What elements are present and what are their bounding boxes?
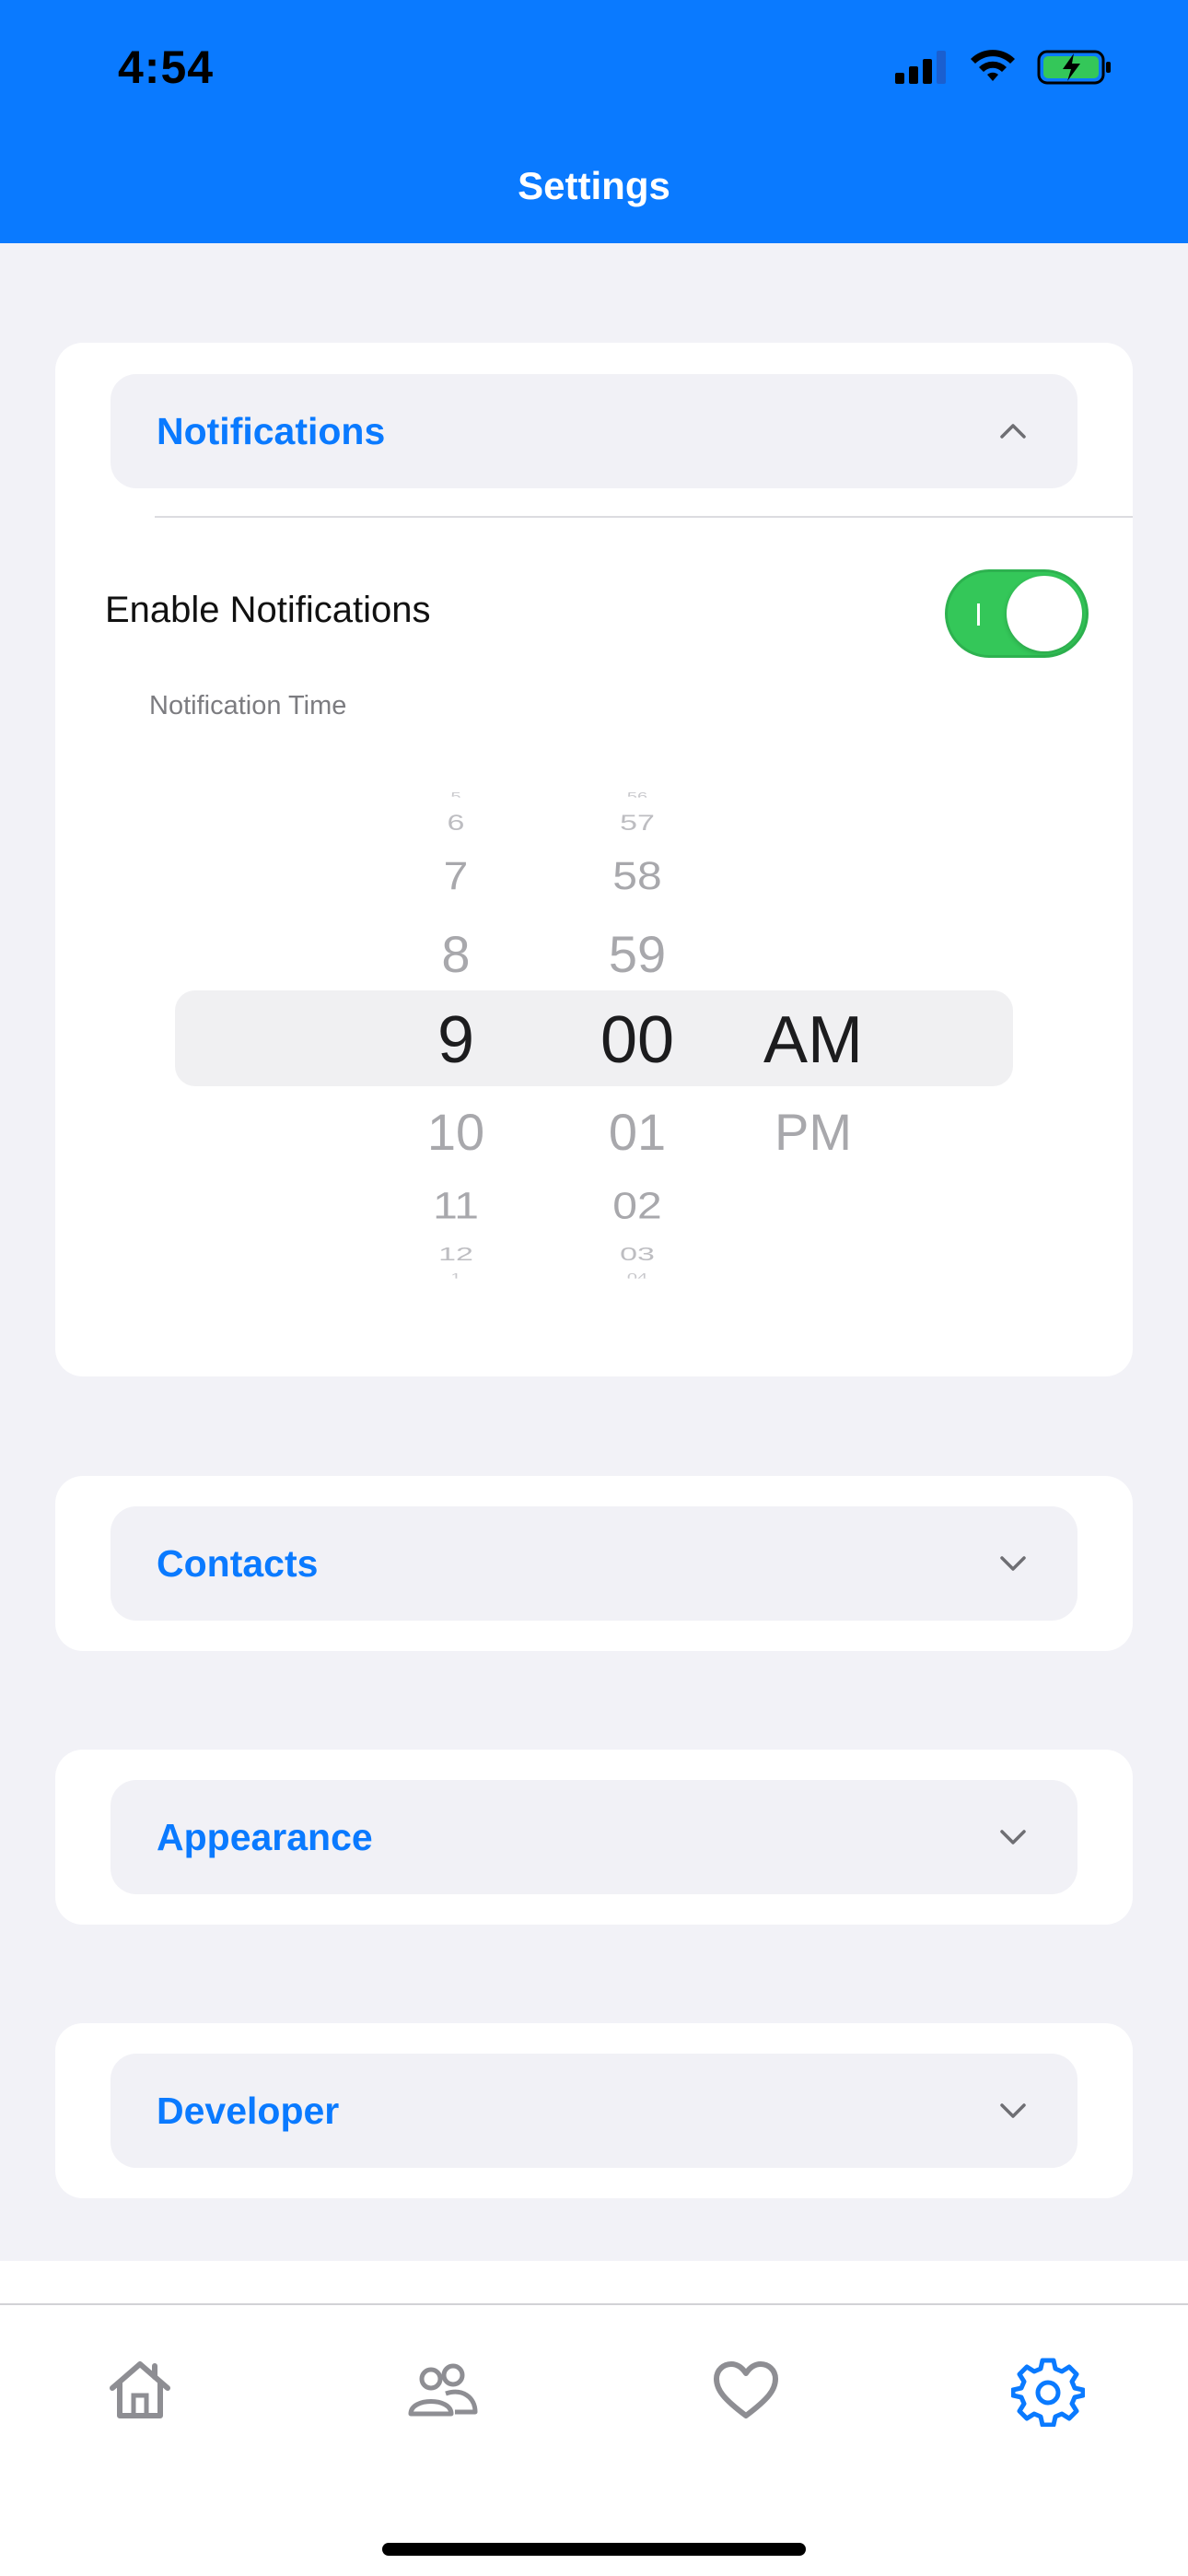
picker-hour-option[interactable]: 8 [401,924,511,984]
people-icon [408,2363,478,2417]
enable-notifications-toggle[interactable] [945,569,1089,658]
contacts-section-header[interactable]: Contacts [111,1506,1077,1621]
heart-icon [714,2361,778,2418]
picker-minute-option[interactable]: 02 [573,1185,702,1228]
tab-settings[interactable] [1010,2353,1086,2428]
chevron-up-icon [1000,424,1026,439]
home-indicator [382,2543,806,2556]
notifications-card: Notifications Enable Notifications Notif… [55,343,1133,1376]
picker-minute-option[interactable]: 01 [573,1102,702,1162]
picker-hour-option[interactable]: 5 [401,790,511,797]
gear-icon [1010,2358,1086,2428]
tab-favorites[interactable] [709,2353,783,2427]
picker-minute-option[interactable]: 59 [573,924,702,984]
tab-bar [0,2303,1188,2576]
picker-hour-option[interactable]: 1 [401,1271,511,1278]
picker-hour-option[interactable]: 7 [401,854,511,898]
picker-hour-selected[interactable]: 9 [401,1002,511,1078]
appearance-section-title: Appearance [157,1816,373,1858]
appearance-section-header[interactable]: Appearance [111,1780,1077,1894]
toggle-on-mark [977,603,980,626]
cellular-signal-icon [895,51,946,84]
picker-period-option[interactable]: PM [740,1102,887,1162]
notification-time-picker[interactable]: 5 6 7 8 9 10 11 12 1 56 57 58 59 00 01 0… [175,790,1013,1288]
battery-charging-icon [1037,50,1111,85]
picker-period-selected[interactable]: AM [740,1002,887,1078]
status-icons [895,46,1112,88]
picker-minute-option[interactable]: 56 [573,790,702,797]
content-bottom-edge [0,2261,1188,2303]
nav-header: 4:54 Settings [0,0,1188,243]
chevron-down-icon [1000,1830,1026,1844]
wifi-icon [971,50,1015,81]
picker-minute-option[interactable]: 58 [573,854,702,898]
picker-minute-option[interactable]: 57 [573,811,702,836]
picker-hour-option[interactable]: 10 [401,1102,511,1162]
contacts-section-title: Contacts [157,1542,319,1585]
developer-section-title: Developer [157,2090,340,2132]
picker-hour-option[interactable]: 6 [401,811,511,836]
status-time: 4:54 [118,41,215,93]
picker-minute-option[interactable]: 04 [573,1271,702,1278]
contacts-card: Contacts [55,1476,1133,1651]
picker-hour-option[interactable]: 12 [401,1244,511,1265]
page-title: Settings [518,164,670,207]
appearance-card: Appearance [55,1750,1133,1925]
toggle-knob [1007,576,1082,651]
enable-notifications-label: Enable Notifications [105,590,431,630]
home-icon [110,2361,170,2418]
chevron-down-icon [1000,1556,1026,1571]
developer-section-header[interactable]: Developer [111,2054,1077,2168]
tab-contacts[interactable] [405,2353,479,2427]
picker-hour-option[interactable]: 11 [401,1185,511,1228]
notifications-section-title: Notifications [157,410,386,452]
notifications-section-header[interactable]: Notifications [111,374,1077,488]
chevron-down-icon [1000,2103,1026,2118]
section-divider [155,516,1133,518]
picker-minute-option[interactable]: 03 [573,1244,702,1265]
tab-home[interactable] [103,2353,177,2427]
developer-card: Developer [55,2023,1133,2198]
picker-minute-selected[interactable]: 00 [573,1002,702,1078]
notification-time-label: Notification Time [149,691,347,720]
